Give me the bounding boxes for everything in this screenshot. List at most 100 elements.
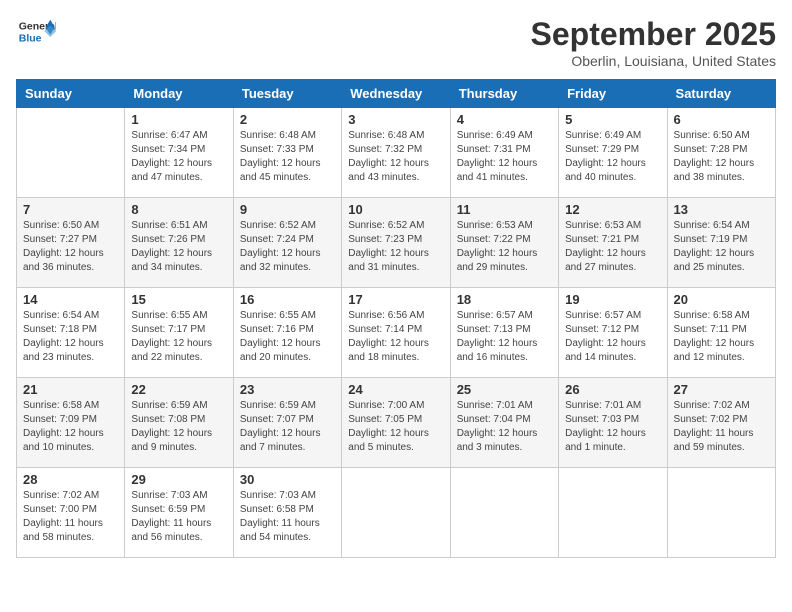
calendar-cell: 15 Sunrise: 6:55 AM Sunset: 7:17 PM Dayli… [125, 288, 233, 378]
calendar-week-5: 28 Sunrise: 7:02 AM Sunset: 7:00 PM Dayli… [17, 468, 776, 558]
calendar-cell: 9Sunrise: 6:52 AM Sunset: 7:24 PM Daylig… [233, 198, 341, 288]
day-info: Sunrise: 6:49 AM Sunset: 7:29 PM Dayligh… [565, 129, 660, 185]
day-info: Sunrise: 6:54 AM Sunset: 7:18 PM Dayligh… [23, 309, 118, 365]
day-number: 6 [674, 112, 769, 127]
day-number: 28 [23, 472, 118, 487]
day-number: 21 [23, 382, 118, 397]
page-header: General Blue September 2025 Oberlin, Lou… [16, 16, 776, 69]
day-info: Sunrise: 7:01 AM Sunset: 7:04 PM Dayligh… [457, 399, 552, 455]
weekday-header-monday: Monday [125, 80, 233, 108]
day-number: 30 [240, 472, 335, 487]
calendar-table: SundayMondayTuesdayWednesdayThursdayFrid… [16, 79, 776, 558]
location: Oberlin, Louisiana, United States [531, 53, 776, 69]
calendar-cell: 18Sunrise: 6:57 AM Sunset: 7:13 PM Dayli… [450, 288, 558, 378]
weekday-header-thursday: Thursday [450, 80, 558, 108]
day-info: Sunrise: 6:57 AM Sunset: 7:12 PM Dayligh… [565, 309, 660, 365]
weekday-header-friday: Friday [559, 80, 667, 108]
day-number: 3 [348, 112, 443, 127]
day-info: Sunrise: 6:52 AM Sunset: 7:23 PM Dayligh… [348, 219, 443, 275]
logo: General Blue [16, 16, 60, 46]
day-number: 15 [131, 292, 226, 307]
calendar-cell: 19 Sunrise: 6:57 AM Sunset: 7:12 PM Dayli… [559, 288, 667, 378]
calendar-cell [17, 108, 125, 198]
day-number: 20 [674, 292, 769, 307]
day-info: Sunrise: 6:53 AM Sunset: 7:21 PM Dayligh… [565, 219, 660, 275]
day-number: 12 [565, 202, 660, 217]
day-info: Sunrise: 6:56 AM Sunset: 7:14 PM Dayligh… [348, 309, 443, 365]
calendar-cell: 5 Sunrise: 6:49 AM Sunset: 7:29 PM Daylig… [559, 108, 667, 198]
calendar-cell: 3Sunrise: 6:48 AM Sunset: 7:32 PM Daylig… [342, 108, 450, 198]
calendar-cell: 29Sunrise: 7:03 AM Sunset: 6:59 PM Dayli… [125, 468, 233, 558]
day-number: 1 [131, 112, 226, 127]
day-number: 25 [457, 382, 552, 397]
calendar-cell [559, 468, 667, 558]
day-info: Sunrise: 7:02 AM Sunset: 7:00 PM Dayligh… [23, 489, 118, 545]
calendar-cell: 26 Sunrise: 7:01 AM Sunset: 7:03 PM Dayli… [559, 378, 667, 468]
day-number: 4 [457, 112, 552, 127]
day-info: Sunrise: 7:00 AM Sunset: 7:05 PM Dayligh… [348, 399, 443, 455]
day-info: Sunrise: 7:03 AM Sunset: 6:58 PM Dayligh… [240, 489, 335, 545]
month-title: September 2025 [531, 16, 776, 53]
calendar-cell: 28 Sunrise: 7:02 AM Sunset: 7:00 PM Dayli… [17, 468, 125, 558]
day-number: 8 [131, 202, 226, 217]
day-info: Sunrise: 6:59 AM Sunset: 7:08 PM Dayligh… [131, 399, 226, 455]
logo-icon: General Blue [16, 16, 56, 46]
calendar-cell: 12 Sunrise: 6:53 AM Sunset: 7:21 PM Dayli… [559, 198, 667, 288]
calendar-cell: 30 Sunrise: 7:03 AM Sunset: 6:58 PM Dayli… [233, 468, 341, 558]
calendar-cell: 2Sunrise: 6:48 AM Sunset: 7:33 PM Daylig… [233, 108, 341, 198]
svg-text:Blue: Blue [19, 33, 42, 45]
day-info: Sunrise: 7:01 AM Sunset: 7:03 PM Dayligh… [565, 399, 660, 455]
day-info: Sunrise: 6:47 AM Sunset: 7:34 PM Dayligh… [131, 129, 226, 185]
calendar-cell [450, 468, 558, 558]
day-info: Sunrise: 7:02 AM Sunset: 7:02 PM Dayligh… [674, 399, 769, 455]
day-number: 23 [240, 382, 335, 397]
calendar-week-1: 1 Sunrise: 6:47 AM Sunset: 7:34 PM Daylig… [17, 108, 776, 198]
calendar-week-4: 21 Sunrise: 6:58 AM Sunset: 7:09 PM Dayli… [17, 378, 776, 468]
day-number: 27 [674, 382, 769, 397]
day-info: Sunrise: 6:55 AM Sunset: 7:16 PM Dayligh… [240, 309, 335, 365]
calendar-cell: 17 Sunrise: 6:56 AM Sunset: 7:14 PM Dayli… [342, 288, 450, 378]
day-number: 26 [565, 382, 660, 397]
day-number: 29 [131, 472, 226, 487]
calendar-cell: 13Sunrise: 6:54 AM Sunset: 7:19 PM Dayli… [667, 198, 775, 288]
day-number: 16 [240, 292, 335, 307]
calendar-cell: 10Sunrise: 6:52 AM Sunset: 7:23 PM Dayli… [342, 198, 450, 288]
day-info: Sunrise: 6:50 AM Sunset: 7:27 PM Dayligh… [23, 219, 118, 275]
weekday-header-wednesday: Wednesday [342, 80, 450, 108]
calendar-body: 1 Sunrise: 6:47 AM Sunset: 7:34 PM Daylig… [17, 108, 776, 558]
day-info: Sunrise: 6:51 AM Sunset: 7:26 PM Dayligh… [131, 219, 226, 275]
day-number: 7 [23, 202, 118, 217]
day-info: Sunrise: 6:53 AM Sunset: 7:22 PM Dayligh… [457, 219, 552, 275]
calendar-cell [342, 468, 450, 558]
day-info: Sunrise: 6:58 AM Sunset: 7:09 PM Dayligh… [23, 399, 118, 455]
day-number: 24 [348, 382, 443, 397]
weekday-header-tuesday: Tuesday [233, 80, 341, 108]
day-info: Sunrise: 6:50 AM Sunset: 7:28 PM Dayligh… [674, 129, 769, 185]
calendar-cell: 1 Sunrise: 6:47 AM Sunset: 7:34 PM Daylig… [125, 108, 233, 198]
calendar-cell: 16 Sunrise: 6:55 AM Sunset: 7:16 PM Dayli… [233, 288, 341, 378]
weekday-header-sunday: Sunday [17, 80, 125, 108]
weekday-header-saturday: Saturday [667, 80, 775, 108]
calendar-cell: 11Sunrise: 6:53 AM Sunset: 7:22 PM Dayli… [450, 198, 558, 288]
day-number: 14 [23, 292, 118, 307]
calendar-cell: 23Sunrise: 6:59 AM Sunset: 7:07 PM Dayli… [233, 378, 341, 468]
weekday-header-row: SundayMondayTuesdayWednesdayThursdayFrid… [17, 80, 776, 108]
calendar-cell: 20Sunrise: 6:58 AM Sunset: 7:11 PM Dayli… [667, 288, 775, 378]
day-info: Sunrise: 6:57 AM Sunset: 7:13 PM Dayligh… [457, 309, 552, 365]
title-block: September 2025 Oberlin, Louisiana, Unite… [531, 16, 776, 69]
calendar-week-3: 14 Sunrise: 6:54 AM Sunset: 7:18 PM Dayli… [17, 288, 776, 378]
calendar-cell: 25 Sunrise: 7:01 AM Sunset: 7:04 PM Dayli… [450, 378, 558, 468]
calendar-cell: 6 Sunrise: 6:50 AM Sunset: 7:28 PM Daylig… [667, 108, 775, 198]
day-number: 17 [348, 292, 443, 307]
day-number: 5 [565, 112, 660, 127]
day-info: Sunrise: 6:54 AM Sunset: 7:19 PM Dayligh… [674, 219, 769, 275]
calendar-cell [667, 468, 775, 558]
calendar-cell: 22 Sunrise: 6:59 AM Sunset: 7:08 PM Dayli… [125, 378, 233, 468]
day-number: 2 [240, 112, 335, 127]
day-number: 19 [565, 292, 660, 307]
calendar-cell: 14 Sunrise: 6:54 AM Sunset: 7:18 PM Dayli… [17, 288, 125, 378]
calendar-cell: 27 Sunrise: 7:02 AM Sunset: 7:02 PM Dayli… [667, 378, 775, 468]
day-info: Sunrise: 6:55 AM Sunset: 7:17 PM Dayligh… [131, 309, 226, 365]
day-info: Sunrise: 6:49 AM Sunset: 7:31 PM Dayligh… [457, 129, 552, 185]
day-number: 22 [131, 382, 226, 397]
